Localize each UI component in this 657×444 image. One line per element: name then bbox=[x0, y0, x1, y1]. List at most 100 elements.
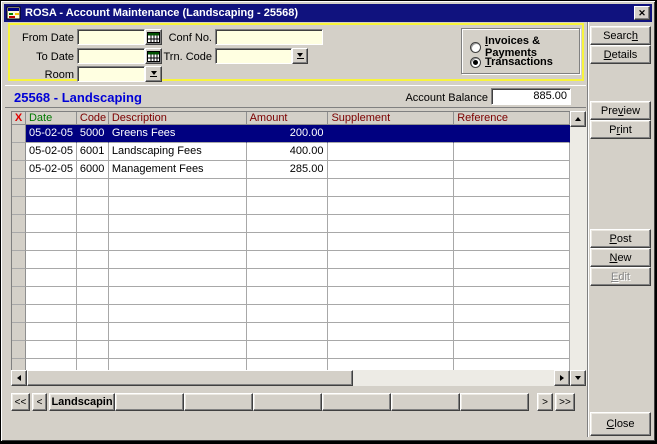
edit-button[interactable]: Edit bbox=[590, 267, 651, 286]
row-selector-cell[interactable] bbox=[12, 341, 26, 359]
row-selector-cell[interactable] bbox=[12, 323, 26, 341]
room-input[interactable] bbox=[77, 66, 145, 82]
row-selector-cell[interactable] bbox=[12, 233, 26, 251]
to-date-input[interactable] bbox=[77, 48, 145, 64]
details-button[interactable]: Details bbox=[590, 45, 651, 64]
cell-supplement bbox=[328, 269, 455, 287]
cell-reference bbox=[454, 233, 570, 251]
row-selector-cell[interactable] bbox=[12, 197, 26, 215]
cell-amount bbox=[246, 287, 329, 305]
close-button[interactable]: Close bbox=[590, 412, 651, 436]
row-selector-cell[interactable] bbox=[12, 179, 26, 197]
print-button[interactable]: Pr int bbox=[590, 120, 651, 139]
column-header-amount[interactable]: Amount bbox=[246, 112, 329, 125]
table-row[interactable] bbox=[12, 215, 570, 233]
from-date-label: From Date bbox=[22, 32, 74, 44]
pager-next-button[interactable]: > bbox=[537, 393, 553, 411]
app-icon bbox=[6, 5, 22, 21]
cell-code bbox=[76, 305, 109, 323]
pager-empty-tab[interactable] bbox=[253, 393, 322, 411]
pager-last-button[interactable]: >> bbox=[555, 393, 575, 411]
column-header-supplement[interactable]: Supplement bbox=[328, 112, 455, 125]
pager-empty-tab[interactable] bbox=[460, 393, 529, 411]
post-button[interactable]: Post bbox=[590, 229, 651, 248]
cell-reference bbox=[454, 359, 570, 370]
table-row[interactable] bbox=[12, 359, 570, 370]
pager-empty-tab[interactable] bbox=[322, 393, 391, 411]
cell-supplement bbox=[328, 233, 455, 251]
row-selector-cell[interactable] bbox=[12, 251, 26, 269]
conf-no-input[interactable] bbox=[215, 29, 323, 45]
search-button[interactable]: Searc h bbox=[590, 26, 651, 45]
horizontal-scrollbar-thumb[interactable] bbox=[27, 370, 353, 386]
radio-transactions[interactable]: Transactions bbox=[470, 56, 553, 68]
table-row[interactable]: 05-02-05 6000 Management Fees 285.00 bbox=[12, 161, 570, 179]
column-header-code[interactable]: Code bbox=[76, 112, 109, 125]
cell-reference bbox=[454, 215, 570, 233]
scroll-right-button[interactable] bbox=[554, 370, 570, 386]
cell-supplement bbox=[328, 161, 455, 179]
column-header-x[interactable]: X bbox=[12, 112, 26, 125]
trn-code-input[interactable] bbox=[215, 48, 292, 64]
cell-description: Greens Fees bbox=[108, 125, 247, 143]
scroll-down-button[interactable] bbox=[570, 370, 586, 386]
room-dropdown-button[interactable] bbox=[145, 66, 162, 82]
row-selector-cell[interactable] bbox=[12, 305, 26, 323]
table-row[interactable]: 05-02-05 5000 Greens Fees 200.00 bbox=[12, 125, 570, 143]
pager-empty-tab[interactable] bbox=[184, 393, 253, 411]
table-row[interactable] bbox=[12, 197, 570, 215]
cell-description bbox=[108, 305, 247, 323]
cell-description: Management Fees bbox=[108, 161, 247, 179]
table-row[interactable] bbox=[12, 251, 570, 269]
column-header-reference[interactable]: Reference bbox=[454, 112, 570, 125]
vertical-scrollbar[interactable] bbox=[570, 111, 587, 386]
dropdown-arrow-icon bbox=[296, 53, 304, 59]
column-header-description[interactable]: Description bbox=[108, 112, 247, 125]
cell-description bbox=[108, 341, 247, 359]
horizontal-scrollbar[interactable] bbox=[11, 370, 570, 386]
account-header: 25568 - Landscaping Account Balance 885.… bbox=[5, 85, 586, 108]
scroll-up-button[interactable] bbox=[570, 111, 586, 127]
table-row[interactable] bbox=[12, 287, 570, 305]
table-row[interactable] bbox=[12, 179, 570, 197]
row-selector-cell[interactable] bbox=[12, 287, 26, 305]
row-selector-cell[interactable] bbox=[12, 359, 26, 370]
row-selector-cell[interactable] bbox=[12, 161, 26, 179]
cell-description bbox=[108, 269, 247, 287]
cell-amount bbox=[246, 305, 329, 323]
table-row[interactable] bbox=[12, 323, 570, 341]
table-row[interactable] bbox=[12, 341, 570, 359]
cell-code: 5000 bbox=[76, 125, 109, 143]
room-label: Room bbox=[44, 69, 74, 81]
cell-amount bbox=[246, 251, 329, 269]
table-row[interactable] bbox=[12, 305, 570, 323]
new-button[interactable]: New bbox=[590, 248, 651, 267]
row-selector-cell[interactable] bbox=[12, 269, 26, 287]
pager-active-tab[interactable]: Landscapin bbox=[49, 393, 115, 411]
close-window-button[interactable]: ✕ bbox=[634, 6, 650, 20]
preview-button[interactable]: Pre v iew bbox=[590, 101, 651, 120]
pager-first-button[interactable]: << bbox=[11, 393, 30, 411]
column-header-date[interactable]: Date bbox=[25, 112, 77, 125]
cell-amount bbox=[246, 323, 329, 341]
cell-supplement bbox=[328, 125, 455, 143]
window-title: ROSA - Account Maintenance (Landscaping … bbox=[25, 7, 299, 19]
cell-description bbox=[108, 215, 247, 233]
trn-code-label: Trn. Code bbox=[163, 51, 212, 63]
cell-supplement bbox=[328, 287, 455, 305]
pager-empty-tab[interactable] bbox=[115, 393, 184, 411]
pager-empty-tab[interactable] bbox=[391, 393, 460, 411]
table-row[interactable] bbox=[12, 269, 570, 287]
row-selector-cell[interactable] bbox=[12, 215, 26, 233]
trn-code-dropdown-button[interactable] bbox=[292, 48, 308, 64]
table-row[interactable] bbox=[12, 233, 570, 251]
row-selector-cell[interactable] bbox=[12, 125, 26, 143]
scroll-left-button[interactable] bbox=[11, 370, 27, 386]
from-date-input[interactable] bbox=[77, 29, 145, 45]
row-selector-cell[interactable] bbox=[12, 143, 26, 161]
table-row[interactable]: 05-02-05 6001 Landscaping Fees 400.00 bbox=[12, 143, 570, 161]
cell-supplement bbox=[328, 323, 455, 341]
filter-panel: From Date Conf No. To Date Trn. Code Roo… bbox=[8, 23, 584, 82]
pager-prev-button[interactable]: < bbox=[32, 393, 47, 411]
arrow-up-icon bbox=[575, 117, 581, 121]
